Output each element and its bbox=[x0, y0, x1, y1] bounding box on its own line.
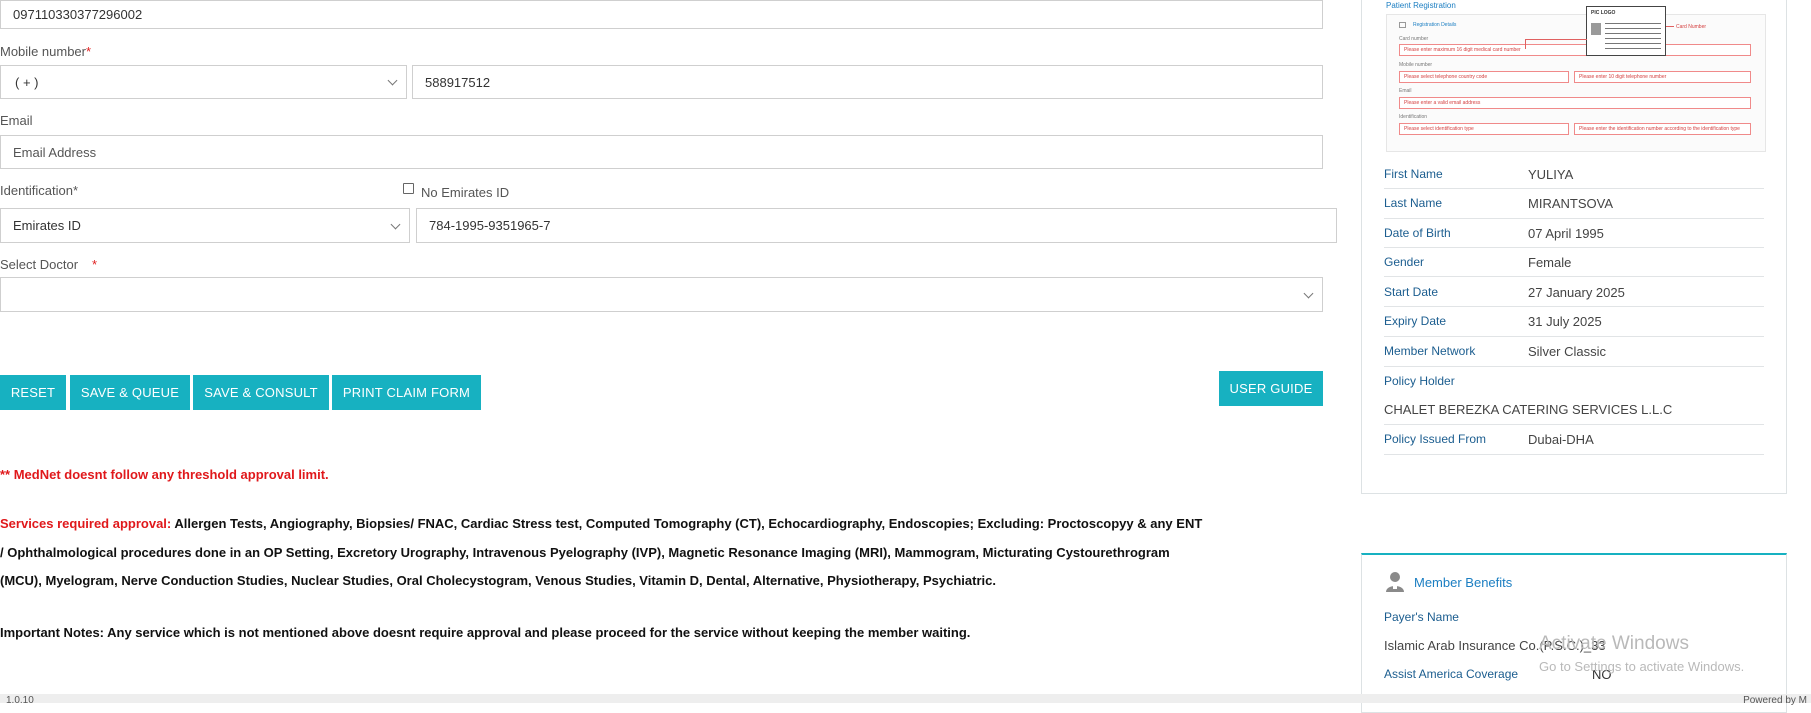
gender-label: Gender bbox=[1384, 255, 1425, 269]
dob-value: 07 April 1995 bbox=[1528, 226, 1604, 241]
divider bbox=[1384, 247, 1764, 248]
select-doctor-label: Select Doctor * bbox=[0, 257, 98, 272]
thumbnail-country-field: Please select telephone country code bbox=[1399, 71, 1569, 83]
payer-name-label: Payer's Name bbox=[1384, 610, 1459, 624]
thumbnail-card-field: Please enter maximum 16 digit medical ca… bbox=[1399, 44, 1751, 56]
thumbnail-title: Patient Registration bbox=[1386, 1, 1456, 10]
thumbnail-id-type-field: Please select identification type bbox=[1399, 123, 1569, 135]
start-date-value: 27 January 2025 bbox=[1528, 285, 1625, 300]
doctor-select[interactable] bbox=[0, 277, 1323, 312]
footer-bar: 1.0.10 Powered by M bbox=[0, 694, 1811, 706]
powered-by-text: Powered by M bbox=[1743, 695, 1807, 706]
policy-holder-value: CHALET BEREZKA CATERING SERVICES L.L.C bbox=[1384, 402, 1673, 417]
id-number-input[interactable]: 784-1995-9351965-7 bbox=[416, 208, 1337, 243]
thumbnail-section-icon bbox=[1399, 22, 1406, 28]
services-label: Services required approval: bbox=[0, 516, 172, 531]
save-and-consult-button[interactable]: SAVE & CONSULT bbox=[193, 375, 329, 410]
no-emirates-id-label: No Emirates ID bbox=[421, 185, 510, 200]
divider bbox=[1384, 188, 1764, 189]
user-guide-button[interactable]: USER GUIDE bbox=[1219, 371, 1323, 406]
policy-issued-from-label: Policy Issued From bbox=[1384, 432, 1487, 446]
divider bbox=[1384, 366, 1764, 367]
assist-america-label: Assist America Coverage bbox=[1384, 667, 1519, 681]
thumbnail-email-label: Email bbox=[1399, 88, 1412, 94]
thumbnail-card-label: Card number bbox=[1399, 36, 1429, 42]
version-text: 1.0.10 bbox=[6, 695, 34, 706]
divider bbox=[1384, 276, 1764, 277]
divider bbox=[1384, 218, 1764, 219]
important-note: Important Notes: Any service which is no… bbox=[0, 625, 971, 640]
divider bbox=[1384, 336, 1764, 337]
required-mark: * bbox=[86, 44, 92, 59]
card-pointer-tick bbox=[1525, 39, 1526, 49]
card-logo: PIC LOGO bbox=[1591, 10, 1616, 16]
services-line-1: Allergen Tests, Angiography, Biopsies/ F… bbox=[171, 516, 1203, 531]
policy-issued-from-value: Dubai-DHA bbox=[1528, 432, 1594, 447]
first-name-label: First Name bbox=[1384, 167, 1443, 181]
email-placeholder: Email Address bbox=[13, 144, 97, 160]
no-emirates-id-checkbox[interactable] bbox=[403, 183, 414, 194]
member-benefits-icon bbox=[1384, 570, 1406, 592]
id-type-value: Emirates ID bbox=[13, 218, 81, 233]
mobile-label: Mobile number* bbox=[0, 44, 92, 59]
member-network-label: Member Network bbox=[1384, 344, 1476, 358]
identification-label: Identification* bbox=[0, 183, 79, 198]
expiry-date-label: Expiry Date bbox=[1384, 314, 1447, 328]
gender-value: Female bbox=[1528, 255, 1572, 270]
card-text-lines bbox=[1605, 21, 1661, 51]
insurance-card-image: PIC LOGO bbox=[1586, 6, 1666, 56]
last-name-label: Last Name bbox=[1384, 196, 1443, 210]
card-number-annotation-line bbox=[1666, 26, 1674, 27]
services-line-2: / Ophthalmological procedures done in an… bbox=[0, 544, 1170, 560]
country-code-value: ( + ) bbox=[15, 74, 39, 90]
card-number-annotation: Card Number bbox=[1676, 24, 1707, 30]
thumbnail-id-number-field: Please enter the identification number a… bbox=[1574, 123, 1751, 135]
card-number-input[interactable]: 097110330377296002 bbox=[0, 0, 1323, 29]
thumbnail-email-field: Please enter a valid email address bbox=[1399, 97, 1751, 109]
thumbnail-id-label: Identification bbox=[1399, 114, 1428, 120]
divider bbox=[1384, 306, 1764, 307]
card-number-value: 097110330377296002 bbox=[13, 7, 143, 22]
assist-america-value: NO bbox=[1592, 667, 1612, 682]
threshold-note: ** MedNet doesnt follow any threshold ap… bbox=[0, 467, 329, 482]
start-date-label: Start Date bbox=[1384, 285, 1439, 299]
divider bbox=[1384, 424, 1764, 425]
last-name-value: MIRANTSOVA bbox=[1528, 196, 1613, 211]
services-line-3: (MCU), Myelogram, Nerve Conduction Studi… bbox=[0, 573, 996, 588]
expiry-date-value: 31 July 2025 bbox=[1528, 314, 1602, 329]
divider bbox=[1384, 454, 1764, 455]
reset-button[interactable]: RESET bbox=[0, 375, 66, 410]
id-number-value: 784-1995-9351965-7 bbox=[429, 218, 551, 233]
thumbnail-mobile-field: Please enter 10 digit telephone number bbox=[1574, 71, 1751, 83]
mobile-number-input[interactable]: 588917512 bbox=[412, 65, 1323, 99]
thumbnail-section-title: Registration Details bbox=[1413, 22, 1457, 28]
policy-holder-label: Policy Holder bbox=[1384, 374, 1455, 388]
mobile-number-value: 588917512 bbox=[425, 74, 491, 90]
card-pointer-line bbox=[1525, 39, 1587, 40]
services-approval-note: Services required approval: Allergen Tes… bbox=[0, 510, 1202, 596]
id-type-select[interactable]: Emirates ID bbox=[0, 208, 410, 243]
dob-label: Date of Birth bbox=[1384, 226, 1451, 240]
thumbnail-mobile-label: Mobile number bbox=[1399, 62, 1433, 68]
country-code-select[interactable]: ( + ) bbox=[0, 65, 407, 99]
member-benefits-title: Member Benefits bbox=[1414, 575, 1513, 590]
save-and-queue-button[interactable]: SAVE & QUEUE bbox=[70, 375, 190, 410]
required-mark: * bbox=[92, 257, 98, 272]
payer-name-value: Islamic Arab Insurance Co.(P.S.C.)_33 bbox=[1384, 638, 1606, 653]
print-claim-form-button[interactable]: PRINT CLAIM FORM bbox=[332, 375, 481, 410]
email-input[interactable]: Email Address bbox=[0, 135, 1323, 169]
member-network-value: Silver Classic bbox=[1528, 344, 1607, 359]
email-label: Email bbox=[0, 113, 33, 128]
card-photo bbox=[1591, 23, 1601, 35]
first-name-value: YULIYA bbox=[1528, 167, 1574, 182]
